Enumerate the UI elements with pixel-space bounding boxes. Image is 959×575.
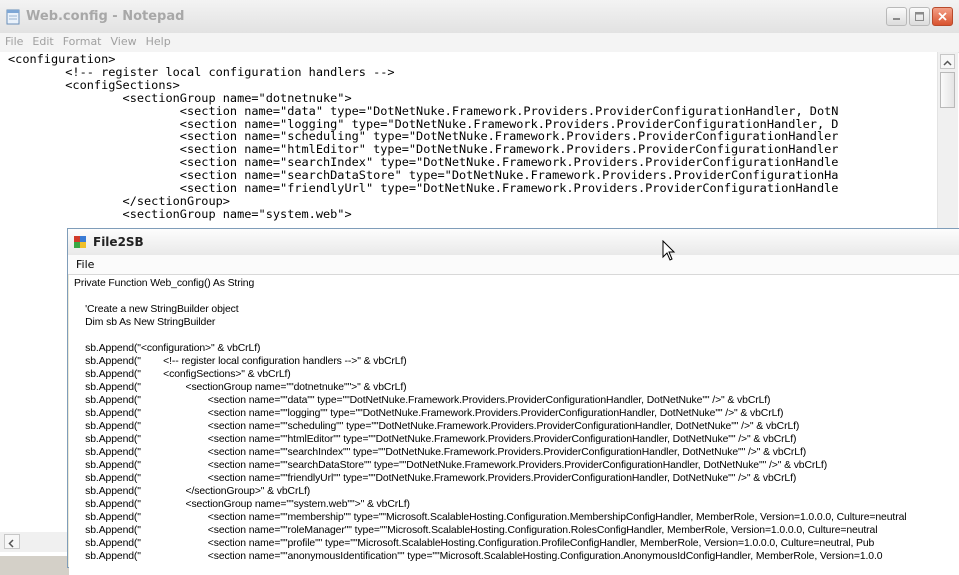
minimize-icon — [893, 18, 900, 20]
menu-view[interactable]: View — [106, 33, 141, 48]
scroll-up-button[interactable] — [940, 54, 955, 69]
menu-format[interactable]: Format — [58, 33, 106, 48]
code-output-area[interactable]: Private Function Web_config() As String … — [69, 275, 959, 575]
file2sb-menu-bar: File — [68, 255, 959, 275]
app-icon — [74, 236, 86, 248]
menu-file[interactable]: File — [68, 255, 94, 271]
arrow-left-icon — [8, 539, 14, 548]
maximize-button[interactable] — [909, 7, 930, 26]
window-title: File2SB — [93, 235, 144, 249]
window-title: Web.config - Notepad — [26, 9, 185, 24]
generated-code: Private Function Web_config() As String … — [74, 278, 907, 562]
mouse-cursor-icon — [662, 240, 676, 261]
scroll-left-button[interactable] — [4, 534, 20, 549]
file2sb-title-bar[interactable]: File2SB — [68, 229, 959, 256]
close-button[interactable] — [932, 7, 953, 26]
close-icon — [938, 12, 947, 21]
file2sb-window: File2SB File Private Function Web_config… — [67, 228, 959, 575]
notepad-title-bar[interactable]: Web.config - Notepad — [0, 0, 959, 34]
menu-file[interactable]: File — [0, 33, 27, 48]
notepad-icon — [6, 9, 20, 25]
notepad-content: <configuration> <!-- register local conf… — [8, 52, 839, 221]
menu-edit[interactable]: Edit — [27, 33, 57, 48]
scroll-thumb[interactable] — [940, 72, 955, 108]
menu-help[interactable]: Help — [141, 33, 175, 48]
arrow-up-icon — [943, 60, 952, 66]
maximize-icon — [915, 12, 924, 21]
horizontal-scrollbar[interactable] — [0, 532, 70, 552]
minimize-button[interactable] — [886, 7, 907, 26]
notepad-menu-bar: File Edit Format View Help — [0, 33, 959, 53]
